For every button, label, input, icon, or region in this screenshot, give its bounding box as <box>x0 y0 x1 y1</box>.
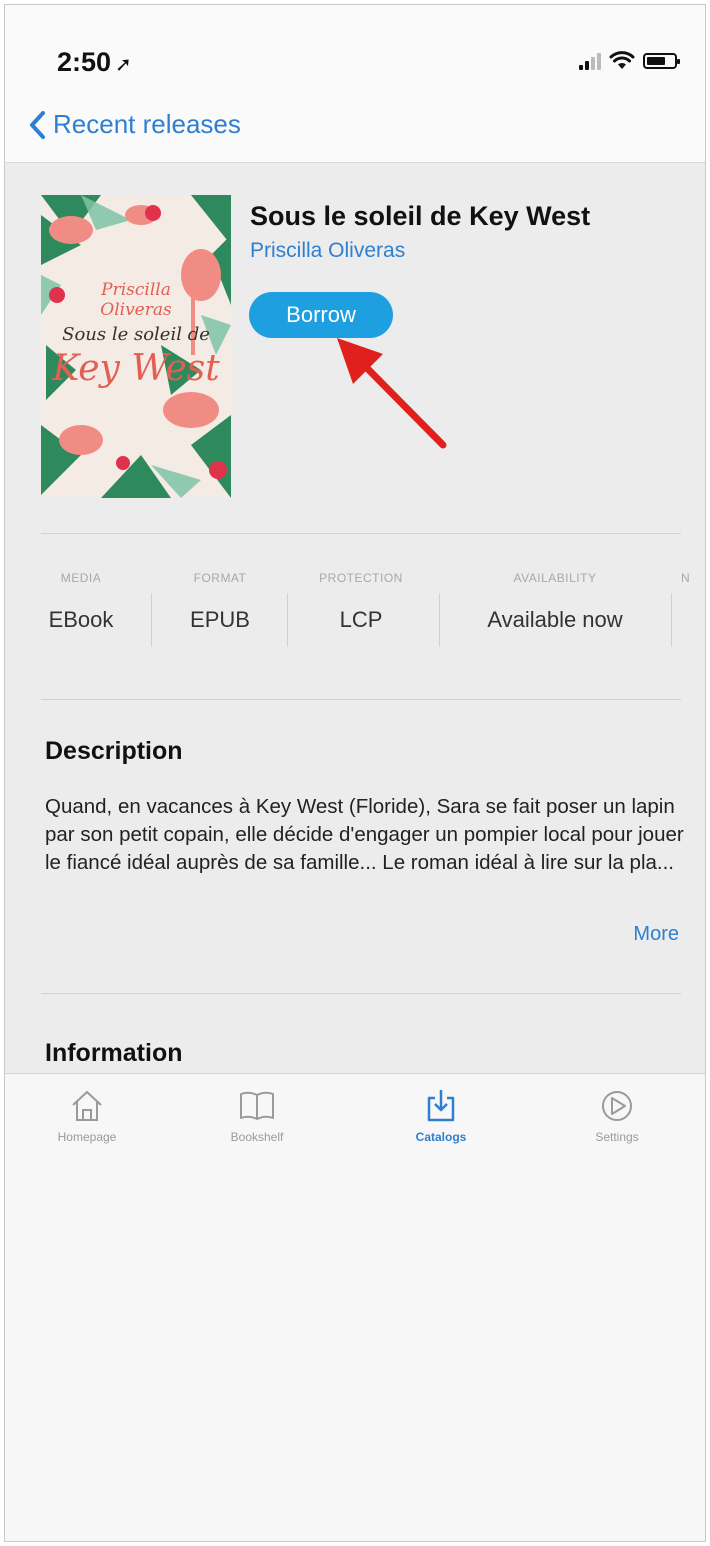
status-time: 2:50 ➚ <box>57 47 132 78</box>
meta-value: EPUB <box>190 607 250 632</box>
location-icon: ➚ <box>115 54 132 76</box>
divider <box>41 699 681 700</box>
tab-homepage[interactable]: Homepage <box>27 1086 147 1144</box>
meta-value: Available now <box>487 607 623 632</box>
tab-label: Catalogs <box>415 1130 467 1144</box>
tab-bookshelf[interactable]: Bookshelf <box>197 1086 317 1144</box>
meta-separator <box>287 593 288 647</box>
cover-title-line: Sous le soleil de <box>62 324 210 345</box>
meta-label: N <box>681 571 691 585</box>
meta-next-truncated: N <box>681 571 705 593</box>
back-button[interactable]: Recent releases <box>27 109 241 140</box>
app-screen: 2:50 ➚ Recent releases Priscilla Olivera… <box>4 4 706 1542</box>
book-author-link[interactable]: Priscilla Oliveras <box>250 239 405 263</box>
tab-catalogs[interactable]: Catalogs <box>381 1086 501 1144</box>
book-cover[interactable]: Priscilla Oliveras Sous le soleil de Key… <box>41 195 231 498</box>
tab-label: Homepage <box>57 1130 117 1144</box>
meta-availability: AVAILABILITY Available now <box>455 571 655 633</box>
top-bar: 2:50 ➚ Recent releases <box>5 5 705 163</box>
divider <box>41 993 681 994</box>
cover-title-big: Key West <box>51 348 220 389</box>
status-icons <box>579 51 680 71</box>
book-icon <box>240 1091 274 1120</box>
metadata-strip: MEDIA EBook FORMAT EPUB PROTECTION LCP A… <box>5 571 705 651</box>
meta-separator <box>151 593 152 647</box>
download-tray-icon <box>427 1090 455 1122</box>
annotation-arrow-icon <box>337 338 447 449</box>
meta-media: MEDIA EBook <box>41 571 121 633</box>
cellular-signal-icon <box>579 52 601 70</box>
more-link[interactable]: More <box>633 923 679 946</box>
home-icon <box>72 1091 102 1121</box>
settings-icon <box>602 1091 632 1121</box>
cover-author-surname: Oliveras <box>100 300 172 320</box>
tab-label: Bookshelf <box>230 1130 284 1144</box>
information-heading: Information <box>45 1039 183 1067</box>
meta-separator <box>671 593 672 647</box>
clock: 2:50 <box>57 47 112 77</box>
back-label: Recent releases <box>53 109 241 139</box>
meta-label: PROTECTION <box>319 571 403 585</box>
cover-author: Priscilla <box>100 280 171 300</box>
tab-bar: Homepage Bookshelf Catalogs Settings <box>5 1073 705 1541</box>
tab-settings[interactable]: Settings <box>557 1086 677 1144</box>
meta-value: LCP <box>339 607 383 632</box>
chevron-left-icon <box>30 110 45 139</box>
description-text: Quand, en vacances à Key West (Floride),… <box>45 795 684 874</box>
meta-protection: PROTECTION LCP <box>301 571 421 633</box>
wifi-icon <box>609 51 635 69</box>
meta-label: FORMAT <box>193 571 247 585</box>
description-heading: Description <box>45 737 183 765</box>
meta-label: AVAILABILITY <box>513 571 597 585</box>
meta-value: EBook <box>48 607 114 632</box>
meta-label: MEDIA <box>60 571 102 585</box>
battery-icon <box>643 53 680 69</box>
meta-format: FORMAT EPUB <box>175 571 265 633</box>
tab-label: Settings <box>595 1130 639 1144</box>
meta-separator <box>439 593 440 647</box>
divider <box>41 533 681 534</box>
book-title: Sous le soleil de Key West <box>250 201 591 231</box>
